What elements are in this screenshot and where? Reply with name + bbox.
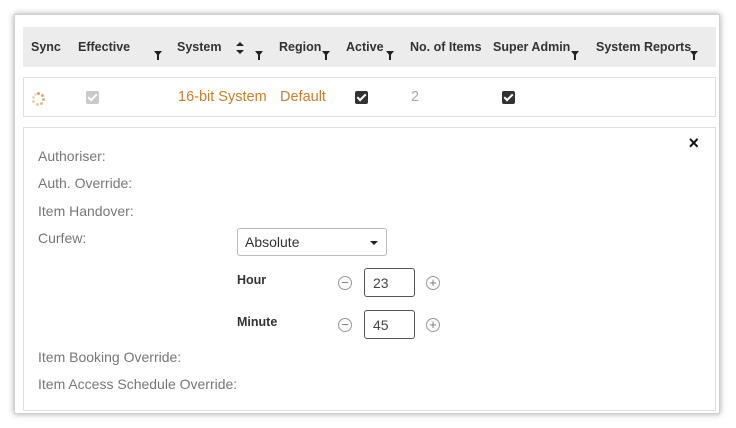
- label-auth-override: Auth. Override:: [38, 175, 133, 191]
- super-admin-filter-icon[interactable]: [571, 45, 579, 60]
- super-admin-checkbox[interactable]: [502, 91, 515, 104]
- effective-filter-icon[interactable]: [154, 45, 162, 60]
- curfew-mode-value: Absolute: [245, 234, 300, 250]
- close-icon[interactable]: ×: [688, 133, 699, 154]
- table-header: Sync Effective System Region Active No. …: [23, 27, 716, 67]
- minute-input[interactable]: 45: [364, 310, 415, 339]
- region-value[interactable]: Default: [280, 89, 326, 105]
- system-reports-filter-icon[interactable]: [690, 45, 698, 60]
- hour-decrement-minus-circle-icon[interactable]: −: [338, 276, 352, 290]
- minute-increment-plus-circle-icon[interactable]: +: [426, 318, 440, 332]
- header-effective[interactable]: Effective: [78, 40, 130, 54]
- grid-window: Sync Effective System Region Active No. …: [14, 14, 720, 414]
- header-super-admin[interactable]: Super Admin: [493, 40, 570, 54]
- caret-down-icon: [370, 241, 378, 245]
- curfew-mode-select[interactable]: Absolute: [237, 228, 387, 256]
- label-item-booking-override: Item Booking Override:: [38, 349, 182, 365]
- header-system[interactable]: System: [177, 40, 221, 54]
- label-item-access-schedule-override: Item Access Schedule Override:: [38, 376, 238, 392]
- header-sync[interactable]: Sync: [31, 40, 61, 54]
- system-sort-icon[interactable]: [236, 41, 244, 55]
- label-item-handover: Item Handover:: [38, 203, 134, 219]
- minute-decrement-minus-circle-icon[interactable]: −: [338, 318, 352, 332]
- label-curfew: Curfew:: [38, 230, 87, 246]
- no-of-items-value: 2: [411, 89, 420, 105]
- header-active[interactable]: Active: [346, 40, 384, 54]
- header-region[interactable]: Region: [279, 40, 321, 54]
- effective-checkbox: [86, 91, 99, 104]
- detail-panel: × Authoriser: Auth. Override: Item Hando…: [23, 127, 716, 411]
- system-link[interactable]: 16-bit System: [178, 89, 267, 105]
- system-filter-icon[interactable]: [255, 45, 263, 60]
- region-filter-icon[interactable]: [322, 45, 330, 60]
- spinner-icon: [32, 92, 46, 106]
- minute-label: Minute: [237, 315, 278, 329]
- active-checkbox[interactable]: [355, 91, 368, 104]
- label-authoriser: Authoriser:: [38, 148, 106, 164]
- header-no-of-items[interactable]: No. of Items: [410, 40, 482, 54]
- table-row[interactable]: 16-bit System Default 2: [23, 77, 716, 117]
- hour-input[interactable]: 23: [364, 268, 415, 297]
- hour-label: Hour: [237, 273, 267, 287]
- active-filter-icon[interactable]: [386, 45, 394, 60]
- header-system-reports[interactable]: System Reports: [596, 40, 691, 54]
- hour-increment-plus-circle-icon[interactable]: +: [426, 276, 440, 290]
